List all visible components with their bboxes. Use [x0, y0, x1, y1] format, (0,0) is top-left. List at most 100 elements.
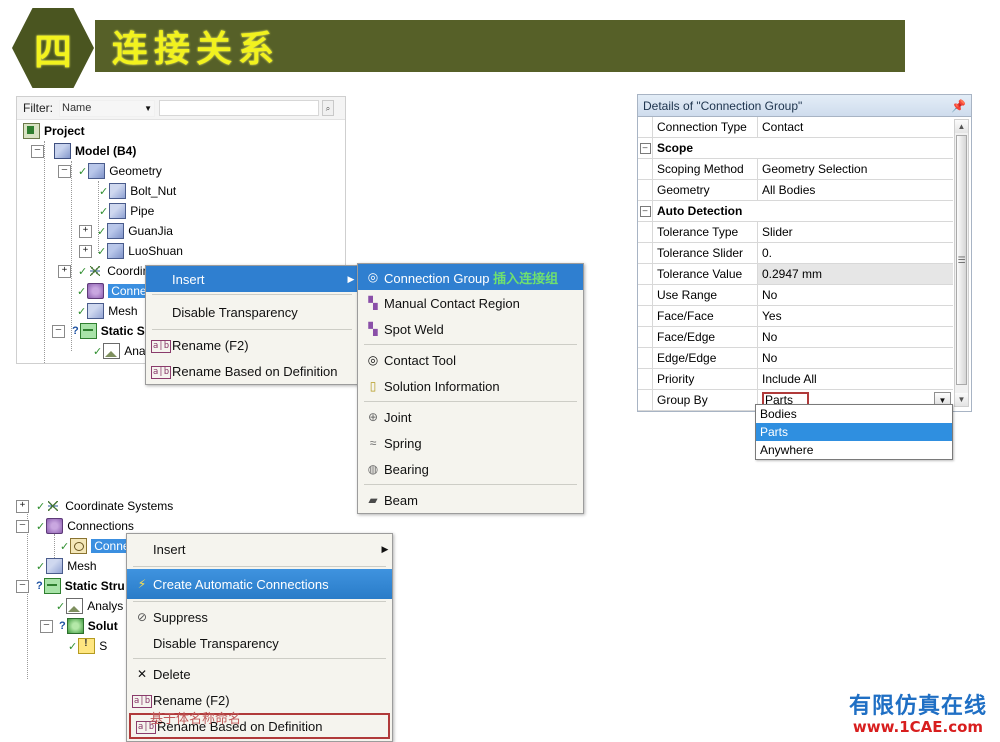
- part-icon: [107, 223, 125, 239]
- tree-item-label: Pipe: [130, 204, 155, 218]
- details-row[interactable]: Use Range No: [638, 285, 953, 306]
- menu-item-solution-information[interactable]: ▯ Solution Information: [358, 373, 583, 399]
- search-across-dropdown-list[interactable]: Bodies Parts Anywhere: [755, 404, 953, 460]
- collapse-icon[interactable]: –: [40, 619, 53, 633]
- insert-submenu[interactable]: ◎ Connection Group 插入连接组 ▚ Manual Contac…: [357, 263, 584, 514]
- project-icon: [23, 123, 40, 139]
- details-row[interactable]: Connection Type Contact: [638, 117, 953, 138]
- check-icon: ✓: [36, 560, 46, 573]
- details-row[interactable]: Geometry All Bodies: [638, 180, 953, 201]
- collapse-icon[interactable]: –: [52, 324, 65, 338]
- menu-item-label: Disable Transparency: [153, 635, 279, 651]
- dropdown-option-parts[interactable]: Parts: [756, 423, 952, 441]
- details-section-scope[interactable]: – Scope: [638, 138, 953, 159]
- question-icon: ?: [36, 580, 43, 592]
- filter-apply-button[interactable]: ⌕: [322, 100, 334, 116]
- menu3-item-delete[interactable]: ✕ Delete: [127, 661, 392, 687]
- expand-icon[interactable]: +: [79, 244, 92, 258]
- details-row-value[interactable]: Slider: [758, 222, 953, 242]
- pin-icon[interactable]: 📌: [951, 99, 966, 113]
- menu-item-contact-tool[interactable]: ◎ Contact Tool: [358, 347, 583, 373]
- annotation-note: 基于体名称命名: [150, 712, 242, 727]
- menu-item-label: Insert: [172, 271, 205, 287]
- question-icon: ?: [59, 620, 66, 632]
- model-icon: [54, 143, 71, 159]
- menu-item-rename-based-on-definition[interactable]: a|b Rename Based on Definition: [146, 358, 358, 384]
- page-title: 连接关系: [112, 29, 281, 70]
- menu-item-joint[interactable]: ⊕ Joint: [358, 404, 583, 430]
- details-row-value[interactable]: No: [758, 348, 953, 368]
- expand-icon[interactable]: +: [16, 499, 29, 513]
- suppress-icon: ⊘: [136, 610, 148, 624]
- tree-item-project[interactable]: Project: [17, 121, 345, 141]
- details-row-value[interactable]: No: [758, 327, 953, 347]
- details-row-value[interactable]: No: [758, 285, 953, 305]
- collapse-icon[interactable]: –: [31, 144, 44, 158]
- details-row-value[interactable]: Geometry Selection: [758, 159, 953, 179]
- details-row[interactable]: Tolerance Type Slider: [638, 222, 953, 243]
- collapse-icon[interactable]: –: [16, 579, 29, 593]
- details-section-auto-detection[interactable]: – Auto Detection: [638, 201, 953, 222]
- menu-item-connection-group[interactable]: ◎ Connection Group 插入连接组: [358, 264, 583, 290]
- details-row-value[interactable]: All Bodies: [758, 180, 953, 200]
- context-menu-connections[interactable]: Insert ▶ Disable Transparency a|b Rename…: [145, 265, 359, 385]
- details-vertical-scrollbar[interactable]: ▲ ☰ ▼: [954, 119, 969, 407]
- menu-separator: [364, 344, 577, 345]
- check-icon: ✓: [97, 245, 107, 258]
- details-row[interactable]: Edge/Edge No: [638, 348, 953, 369]
- details-row-value[interactable]: Yes: [758, 306, 953, 326]
- menu-item-label: Insert: [153, 541, 186, 557]
- tree-item-model[interactable]: – Model (B4): [17, 141, 345, 161]
- menu3-item-create-automatic-connections[interactable]: ⚡ Create Automatic Connections: [127, 569, 392, 599]
- tree-item-guanjia[interactable]: + ✓ GuanJia: [17, 221, 345, 241]
- rename-icon: a|b: [150, 366, 172, 379]
- details-row-value[interactable]: Contact: [758, 117, 953, 137]
- check-icon: ✓: [68, 640, 78, 653]
- scroll-up-arrow[interactable]: ▲: [955, 120, 968, 133]
- scrollbar-thumb[interactable]: ☰: [956, 135, 967, 385]
- tree-item-geometry[interactable]: – ✓ Geometry: [17, 161, 345, 181]
- collapse-icon[interactable]: –: [58, 164, 71, 178]
- menu-item-manual-contact-region[interactable]: ▚ Manual Contact Region: [358, 290, 583, 316]
- menu-item-rename[interactable]: a|b Rename (F2): [146, 332, 358, 358]
- menu-item-spring[interactable]: ≈ Spring: [358, 430, 583, 456]
- menu-item-spot-weld[interactable]: ▚ Spot Weld: [358, 316, 583, 342]
- menu3-item-disable-transparency[interactable]: Disable Transparency: [127, 630, 392, 656]
- menu3-item-suppress[interactable]: ⊘ Suppress: [127, 604, 392, 630]
- menu3-item-insert[interactable]: Insert ▶: [127, 534, 392, 564]
- details-row-value[interactable]: Include All: [758, 369, 953, 389]
- details-row[interactable]: Face/Edge No: [638, 327, 953, 348]
- tree-item-bolt-nut[interactable]: ✓ Bolt_Nut: [17, 181, 345, 201]
- collapse-icon[interactable]: –: [16, 519, 29, 533]
- expand-icon[interactable]: +: [58, 264, 71, 278]
- menu-item-insert[interactable]: Insert ▶: [146, 266, 358, 292]
- tree-item-pipe[interactable]: ✓ Pipe: [17, 201, 345, 221]
- menu-item-label: Create Automatic Connections: [153, 576, 329, 592]
- check-icon: ✓: [77, 305, 87, 318]
- dropdown-option-bodies[interactable]: Bodies: [756, 405, 952, 423]
- details-row[interactable]: Priority Include All: [638, 369, 953, 390]
- details-row[interactable]: Face/Face Yes: [638, 306, 953, 327]
- filter-type-select[interactable]: Name ▼: [59, 99, 155, 117]
- details-row-value[interactable]: 0.: [758, 243, 953, 263]
- scroll-down-arrow[interactable]: ▼: [955, 393, 968, 406]
- spot-weld-icon: ▚: [368, 322, 378, 336]
- tree-item-label: LuoShuan: [128, 244, 183, 258]
- details-row: Tolerance Value 0.2947 mm: [638, 264, 953, 285]
- details-row-key: Tolerance Slider: [652, 243, 758, 263]
- menu-item-disable-transparency[interactable]: Disable Transparency: [146, 297, 358, 327]
- details-panel: Details of "Connection Group" 📌 Connecti…: [637, 94, 972, 412]
- details-row[interactable]: Scoping Method Geometry Selection: [638, 159, 953, 180]
- details-row[interactable]: Tolerance Slider 0.: [638, 243, 953, 264]
- menu-item-label: Joint: [384, 409, 412, 425]
- dropdown-option-anywhere[interactable]: Anywhere: [756, 441, 952, 459]
- tree2-item-coordinate-systems[interactable]: + ✓ Coordinate Systems: [16, 496, 396, 516]
- menu-item-bearing[interactable]: ◍ Bearing: [358, 456, 583, 482]
- tree-item-luoshuan[interactable]: + ✓ LuoShuan: [17, 241, 345, 261]
- tree-item-label: Static S: [100, 324, 145, 338]
- expand-icon[interactable]: +: [79, 224, 92, 238]
- check-icon: ✓: [99, 185, 109, 198]
- tree-item-label: Connections: [67, 519, 134, 533]
- connections-icon: [46, 518, 64, 534]
- filter-search-input[interactable]: [159, 100, 319, 116]
